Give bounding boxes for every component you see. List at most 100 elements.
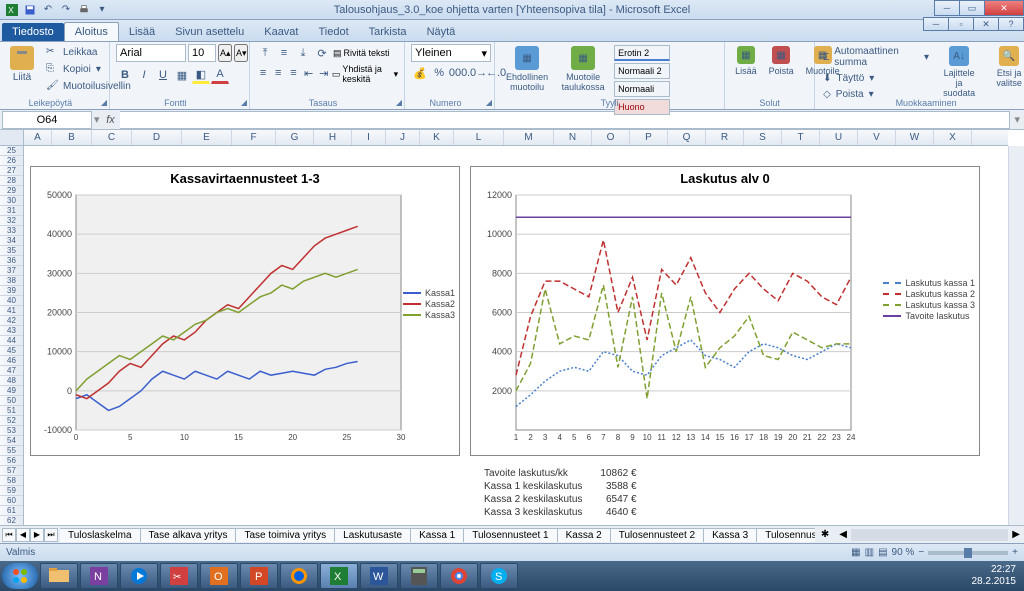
task-onenote[interactable]: N	[80, 563, 118, 589]
wrap-text-button[interactable]: ▤Rivitä teksti	[333, 44, 390, 62]
task-outlook[interactable]: O	[200, 563, 238, 589]
doc-close-button[interactable]: ✕	[973, 17, 999, 31]
tab-file[interactable]: Tiedosto	[2, 23, 64, 41]
help-button[interactable]: ?	[998, 17, 1024, 31]
hscroll-left[interactable]: ◀	[835, 529, 851, 540]
tab-view[interactable]: Näytä	[417, 23, 466, 41]
orientation-button[interactable]: ⟳	[313, 44, 331, 62]
insert-cells-button[interactable]: ▦Lisää	[731, 44, 761, 78]
font-name-input[interactable]	[116, 44, 186, 62]
fill-color-button[interactable]: ◧	[192, 66, 210, 84]
align-bottom-button[interactable]: ⤓	[294, 44, 312, 62]
task-explorer[interactable]	[40, 563, 78, 589]
task-media[interactable]	[120, 563, 158, 589]
bold-button[interactable]: B	[116, 66, 134, 84]
sheet-nav-next[interactable]: ▶	[30, 528, 44, 542]
align-right-button[interactable]: ≡	[286, 64, 300, 82]
task-word[interactable]: W	[360, 563, 398, 589]
italic-button[interactable]: I	[135, 66, 153, 84]
column-headers[interactable]: ABCDEFGHIJKLMNOPQRSTUVWX	[24, 130, 1008, 146]
horizontal-scrollbar[interactable]	[851, 529, 1008, 541]
align-center-button[interactable]: ≡	[271, 64, 285, 82]
format-table-button[interactable]: ▦Muotoile taulukossa	[557, 44, 609, 94]
autosum-button[interactable]: Σ Automaattinen summa ▾	[821, 44, 931, 70]
worksheet-grid[interactable]: ABCDEFGHIJKLMNOPQRSTUVWX 252627282930313…	[0, 130, 1024, 525]
sheet-tab[interactable]: Tulosennusteet 1	[463, 528, 557, 542]
task-calculator[interactable]	[400, 563, 438, 589]
sheet-nav-last[interactable]: ⏭	[44, 528, 58, 542]
percent-button[interactable]: %	[430, 64, 448, 82]
sheet-tab[interactable]: Tulosennusteet 3	[756, 528, 815, 542]
close-button[interactable]: ✕	[984, 0, 1024, 16]
style-normaali2[interactable]: Normaali 2	[614, 63, 670, 79]
sheet-tab[interactable]: Tase toimiva yritys	[235, 528, 335, 542]
align-top-button[interactable]: ⤒	[256, 44, 274, 62]
namebox-dropdown-icon[interactable]: ▾	[92, 113, 102, 126]
minimize-button[interactable]: ─	[934, 0, 960, 16]
view-pagebreak-icon[interactable]: ▤	[878, 547, 887, 558]
fx-icon[interactable]: fx	[102, 114, 120, 126]
increase-font-button[interactable]: A▴	[218, 44, 232, 62]
chart-kassavirta[interactable]: Kassavirtaennusteet 1-3 -100000100002000…	[30, 166, 460, 456]
view-layout-icon[interactable]: ▥	[865, 547, 874, 558]
font-color-button[interactable]: A	[211, 66, 229, 84]
zoom-in-button[interactable]: +	[1012, 547, 1018, 558]
decimal-inc-button[interactable]: .0→	[468, 64, 486, 82]
comma-button[interactable]: 000	[449, 64, 467, 82]
maximize-button[interactable]: ▭	[959, 0, 985, 16]
sheet-nav-prev[interactable]: ◀	[16, 528, 30, 542]
find-select-button[interactable]: 🔍Etsi ja valitse	[987, 44, 1024, 90]
task-excel[interactable]: X	[320, 563, 358, 589]
indent-inc-button[interactable]: ⇥	[317, 64, 331, 82]
formula-expand-icon[interactable]: ▾	[1010, 113, 1024, 126]
tab-insert[interactable]: Lisää	[119, 23, 165, 41]
task-chrome[interactable]	[440, 563, 478, 589]
doc-restore-button[interactable]: ▫	[948, 17, 974, 31]
excel-icon[interactable]: X	[4, 2, 20, 18]
cells-area[interactable]: Kassavirtaennusteet 1-3 -100000100002000…	[24, 146, 1008, 525]
row-headers[interactable]: 2526272829303132333435363738394041424344…	[0, 146, 24, 525]
tab-data[interactable]: Tiedot	[308, 23, 358, 41]
sheet-tab[interactable]: Tuloslaskelma	[60, 528, 141, 542]
tab-formulas[interactable]: Kaavat	[254, 23, 308, 41]
select-all-corner[interactable]	[0, 130, 24, 146]
border-button[interactable]: ▦	[173, 66, 191, 84]
tab-home[interactable]: Aloitus	[64, 22, 119, 41]
tab-layout[interactable]: Sivun asettelu	[165, 23, 254, 41]
start-button[interactable]	[2, 563, 38, 589]
align-left-button[interactable]: ≡	[256, 64, 270, 82]
number-format-select[interactable]: Yleinen▾	[411, 44, 491, 62]
align-middle-button[interactable]: ≡	[275, 44, 293, 62]
sheet-tab[interactable]: Laskutusaste	[334, 528, 411, 542]
task-skype[interactable]: S	[480, 563, 518, 589]
system-tray[interactable]: 22:27 28.2.2015	[966, 564, 1023, 588]
sheet-tab[interactable]: Tase alkava yritys	[140, 528, 237, 542]
save-icon[interactable]	[22, 2, 38, 18]
sheet-tab[interactable]: Kassa 2	[557, 528, 611, 542]
doc-minimize-button[interactable]: ─	[923, 17, 949, 31]
zoom-slider[interactable]	[928, 551, 1008, 555]
task-firefox[interactable]	[280, 563, 318, 589]
redo-icon[interactable]: ↷	[58, 2, 74, 18]
sheet-tab[interactable]: Kassa 1	[410, 528, 464, 542]
zoom-out-button[interactable]: −	[918, 547, 924, 558]
hscroll-right[interactable]: ▶	[1008, 529, 1024, 540]
paste-button[interactable]: Liitä	[6, 44, 38, 85]
name-box[interactable]: O64	[2, 111, 92, 129]
decrease-font-button[interactable]: A▾	[234, 44, 248, 62]
vertical-scrollbar[interactable]	[1008, 146, 1024, 525]
undo-icon[interactable]: ↶	[40, 2, 56, 18]
conditional-format-button[interactable]: ▦Ehdollinen muotoilu	[501, 44, 553, 94]
qat-dropdown-icon[interactable]: ▾	[94, 2, 110, 18]
print-icon[interactable]	[76, 2, 92, 18]
underline-button[interactable]: U	[154, 66, 172, 84]
task-snip[interactable]: ✂	[160, 563, 198, 589]
new-sheet-button[interactable]: ✱	[815, 529, 835, 540]
delete-cells-button[interactable]: ▦Poista	[765, 44, 798, 78]
chart-laskutus[interactable]: Laskutus alv 0 2000400060008000100001200…	[470, 166, 980, 456]
indent-dec-button[interactable]: ⇤	[302, 64, 316, 82]
sort-filter-button[interactable]: A↓Lajittele ja suodata	[935, 44, 983, 100]
sheet-tab[interactable]: Kassa 3	[703, 528, 757, 542]
zoom-level[interactable]: 90 %	[892, 547, 915, 558]
tab-review[interactable]: Tarkista	[359, 23, 417, 41]
